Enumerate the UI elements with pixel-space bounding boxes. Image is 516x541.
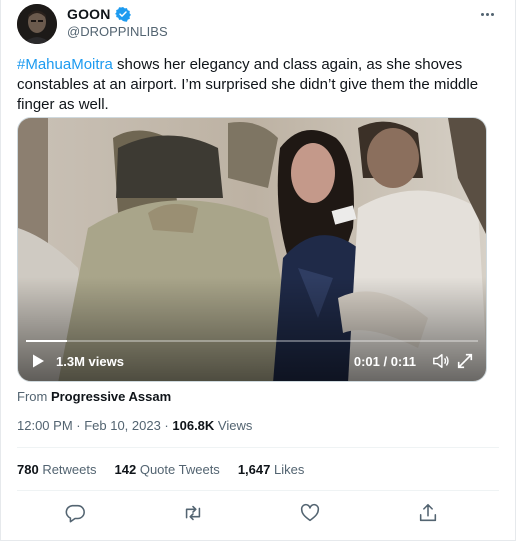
quotes-count: 142 xyxy=(114,462,137,477)
more-options-icon[interactable] xyxy=(477,6,497,22)
engagement-stats: 780 Retweets 142 Quote Tweets 1,647 Like… xyxy=(17,462,304,477)
quotes-label: Quote Tweets xyxy=(136,462,220,477)
retweets-count: 780 xyxy=(17,462,39,477)
source-link[interactable]: Progressive Assam xyxy=(51,389,171,404)
reply-icon[interactable] xyxy=(64,502,86,524)
source-prefix: From xyxy=(17,389,51,404)
quote-tweets-stat[interactable]: 142 Quote Tweets xyxy=(115,462,220,477)
video-source: From Progressive Assam xyxy=(17,389,171,404)
divider xyxy=(17,447,499,448)
tweet-meta: 12:00 PM · Feb 10, 2023 · 106.8K Views xyxy=(17,418,252,433)
hashtag-link[interactable]: #MahuaMoitra xyxy=(17,56,113,73)
divider xyxy=(17,490,499,491)
retweets-stat[interactable]: 780 Retweets xyxy=(17,462,97,477)
views-count: 106.8K xyxy=(172,418,215,433)
video-views: 1.3M views xyxy=(56,353,124,369)
likes-count: 1,647 xyxy=(237,462,271,477)
likes-label: Likes xyxy=(270,462,305,477)
author-name-row[interactable]: GOON xyxy=(67,6,131,22)
action-bar xyxy=(1,502,515,524)
author-handle[interactable]: @DROPPINLIBS xyxy=(67,24,168,39)
verified-badge-icon xyxy=(114,7,131,22)
likes-stat[interactable]: 1,647 Likes xyxy=(238,462,305,477)
retweets-label: Retweets xyxy=(38,462,97,477)
tweet-card: GOON @DROPPINLIBS #MahuaMoitra shows her… xyxy=(0,0,516,541)
retweet-icon[interactable] xyxy=(182,502,204,524)
volume-icon[interactable] xyxy=(432,352,450,370)
tweet-text: #MahuaMoitra shows her elegancy and clas… xyxy=(17,55,487,115)
timestamp[interactable]: 12:00 PM · Feb 10, 2023 · xyxy=(17,418,172,433)
views-label: Views xyxy=(214,418,253,433)
video-player[interactable]: 1.3M views 0:01 / 0:11 xyxy=(17,117,487,382)
avatar-image xyxy=(17,4,57,44)
share-icon[interactable] xyxy=(417,502,439,524)
video-controls: 1.3M views 0:01 / 0:11 xyxy=(18,341,486,381)
expand-icon[interactable] xyxy=(456,352,474,370)
avatar[interactable] xyxy=(17,4,57,44)
like-icon[interactable] xyxy=(299,502,321,524)
video-time: 0:01 / 0:11 xyxy=(353,353,416,369)
author-display-name[interactable]: GOON xyxy=(67,6,111,22)
play-icon[interactable] xyxy=(30,353,46,369)
